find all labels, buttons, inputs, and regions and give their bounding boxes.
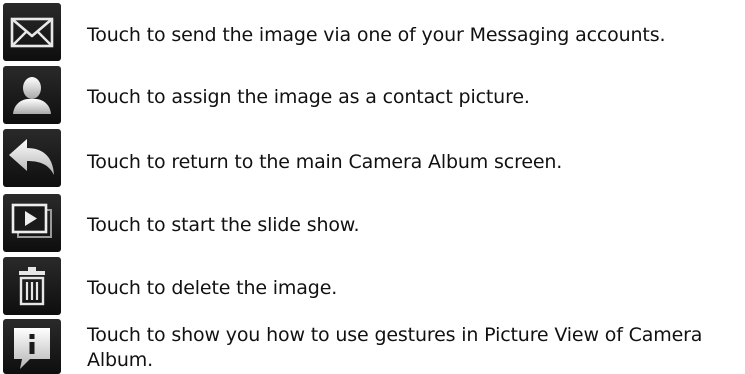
contact-person-icon (3, 66, 61, 124)
list-item: Touch to send the image via one of your … (0, 0, 745, 62)
envelope-icon (3, 3, 61, 61)
list-item: Touch to delete the image. (0, 254, 745, 316)
list-item: Touch to assign the image as a contact p… (0, 63, 745, 125)
description-text: Touch to delete the image. (87, 277, 338, 299)
info-icon (3, 319, 61, 374)
trash-icon (3, 257, 61, 315)
description-text: Touch to show you how to use gestures in… (87, 324, 703, 371)
slideshow-icon (3, 194, 61, 252)
description-text: Touch to assign the image as a contact p… (87, 86, 530, 108)
list-item: Touch to return to the main Camera Album… (0, 126, 745, 190)
description-text: Touch to start the slide show. (87, 214, 360, 236)
back-arrow-icon (3, 129, 61, 187)
list-item: Touch to start the slide show. (0, 191, 745, 253)
description-text: Touch to send the image via one of your … (87, 24, 666, 46)
description-text: Touch to return to the main Camera Album… (87, 151, 563, 173)
list-item: Touch to show you how to use gestures in… (0, 317, 745, 374)
